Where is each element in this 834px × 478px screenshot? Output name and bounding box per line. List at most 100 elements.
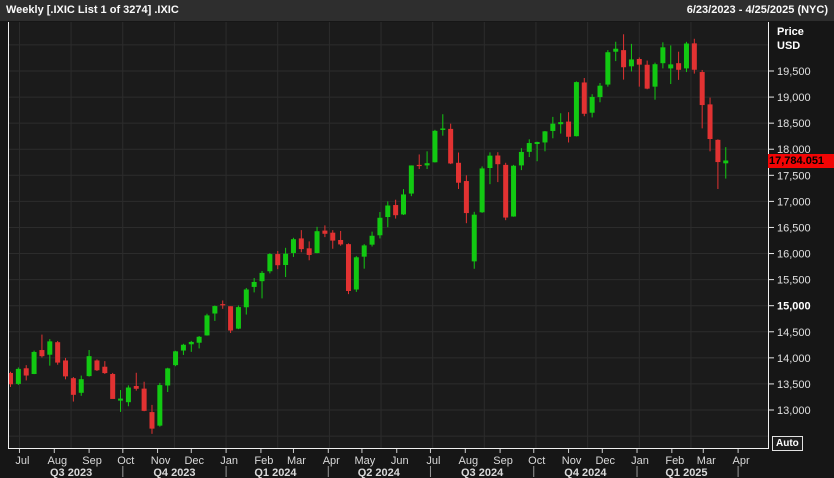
candle-body-up xyxy=(487,155,493,169)
month-label: Feb xyxy=(254,455,273,467)
candle-body-up xyxy=(353,257,359,290)
candle-body-up xyxy=(660,47,666,64)
month-label: Jan xyxy=(220,455,238,467)
price-axis-header: Price USD xyxy=(777,25,804,53)
month-label: Oct xyxy=(528,455,545,467)
candle-body-down xyxy=(55,342,61,363)
candle-body-up xyxy=(180,344,186,351)
quarter-label: Q3 2024 xyxy=(461,467,504,478)
month-label: Mar xyxy=(287,455,306,467)
candle-body-up xyxy=(173,351,179,366)
month-label: Jan xyxy=(631,455,649,467)
price-tick-label: 16,500 xyxy=(777,222,811,234)
candle-body-down xyxy=(644,64,650,89)
candle-body-down xyxy=(566,121,572,137)
month-label: Aug xyxy=(47,455,67,467)
candle-body-up xyxy=(479,168,485,213)
candle-body-down xyxy=(416,164,422,167)
candle-body-up xyxy=(668,64,674,69)
candle-body-down xyxy=(63,360,69,377)
candle-body-up xyxy=(290,239,296,254)
month-label: Aug xyxy=(458,455,478,467)
price-tick-label: 13,000 xyxy=(777,405,811,417)
candle-body-up xyxy=(259,272,265,282)
candle-body-down xyxy=(228,306,234,331)
candle-body-up xyxy=(125,387,131,403)
candle-body-up xyxy=(196,336,202,343)
month-label: Apr xyxy=(733,455,750,467)
candle-body-down xyxy=(699,72,705,106)
candle-body-down xyxy=(463,181,469,214)
candle-body-down xyxy=(636,59,642,65)
candle-body-up xyxy=(432,130,438,163)
price-tick-label: 19,500 xyxy=(777,66,811,78)
candle-body-up xyxy=(243,289,249,308)
quarter-label: Q4 2024 xyxy=(564,467,607,478)
candle-body-up xyxy=(401,194,406,215)
candle-body-up xyxy=(86,356,92,377)
candle-body-up xyxy=(471,214,477,262)
candlestick-chart[interactable]: 19,50019,00018,50018,00017,50017,00016,5… xyxy=(0,0,834,478)
month-label: Jun xyxy=(391,455,409,467)
candle-body-up xyxy=(558,122,564,125)
candle-body-up xyxy=(47,341,53,355)
candle-body-up xyxy=(652,64,658,87)
candle-body-down xyxy=(70,378,76,395)
candle-body-up xyxy=(118,398,124,401)
month-label: Apr xyxy=(323,455,340,467)
candle-body-down xyxy=(141,388,147,411)
price-tick-label: 14,000 xyxy=(777,353,811,365)
price-tick-label: 18,500 xyxy=(777,118,811,130)
price-tick-label: 17,000 xyxy=(777,196,811,208)
candle-body-up xyxy=(267,254,273,272)
candle-body-down xyxy=(503,164,509,218)
chart-title: Weekly [.IXIC List 1 of 3274] .IXIC xyxy=(6,4,179,16)
candle-body-up xyxy=(628,59,634,67)
candle-body-up xyxy=(283,253,289,266)
candle-body-down xyxy=(23,368,29,376)
month-label: Nov xyxy=(562,455,582,467)
month-label: Jul xyxy=(15,455,29,467)
candle-body-down xyxy=(676,63,682,70)
candle-body-up xyxy=(511,165,517,217)
auto-scale-button[interactable]: Auto xyxy=(772,436,803,451)
candle-body-up xyxy=(424,163,430,166)
month-label: Sep xyxy=(82,455,102,467)
candle-body-down xyxy=(149,412,155,429)
candle-body-up xyxy=(589,96,595,113)
titlebar: Weekly [.IXIC List 1 of 3274] .IXIC 6/23… xyxy=(0,0,834,21)
candle-body-up xyxy=(235,307,241,329)
candle-body-down xyxy=(110,374,116,399)
candle-body-down xyxy=(338,239,344,245)
candle-body-up xyxy=(613,48,619,52)
date-range-label: 6/23/2023 - 4/25/2025 (NYC) xyxy=(686,4,828,16)
quarter-label: Q3 2023 xyxy=(50,467,92,478)
candle-body-up xyxy=(597,85,603,98)
candle-body-up xyxy=(440,128,446,130)
candle-body-up xyxy=(15,368,21,384)
candle-body-up xyxy=(408,165,414,194)
month-label: Oct xyxy=(117,455,134,467)
candle-body-down xyxy=(94,360,100,371)
candle-body-down xyxy=(691,43,697,70)
candle-body-down xyxy=(133,386,139,389)
candle-body-down xyxy=(322,230,328,234)
month-label: Dec xyxy=(595,455,615,467)
month-label: May xyxy=(355,455,376,467)
month-label: Jul xyxy=(426,455,440,467)
candle-body-up xyxy=(78,379,84,393)
month-label: Sep xyxy=(493,455,513,467)
candle-body-down xyxy=(298,238,304,250)
candle-body-down xyxy=(275,254,281,266)
candle-body-up xyxy=(683,43,689,69)
candle-body-up xyxy=(377,217,383,236)
price-tick-label: 15,000 xyxy=(777,301,811,313)
candle-body-down xyxy=(621,50,627,68)
candle-body-up xyxy=(251,281,257,287)
candle-body-up xyxy=(550,123,556,131)
candle-body-up xyxy=(573,82,579,137)
candle-body-up xyxy=(188,341,194,345)
month-label: Dec xyxy=(184,455,204,467)
price-tick-label: 19,000 xyxy=(777,92,811,104)
candle-body-down xyxy=(495,155,501,165)
